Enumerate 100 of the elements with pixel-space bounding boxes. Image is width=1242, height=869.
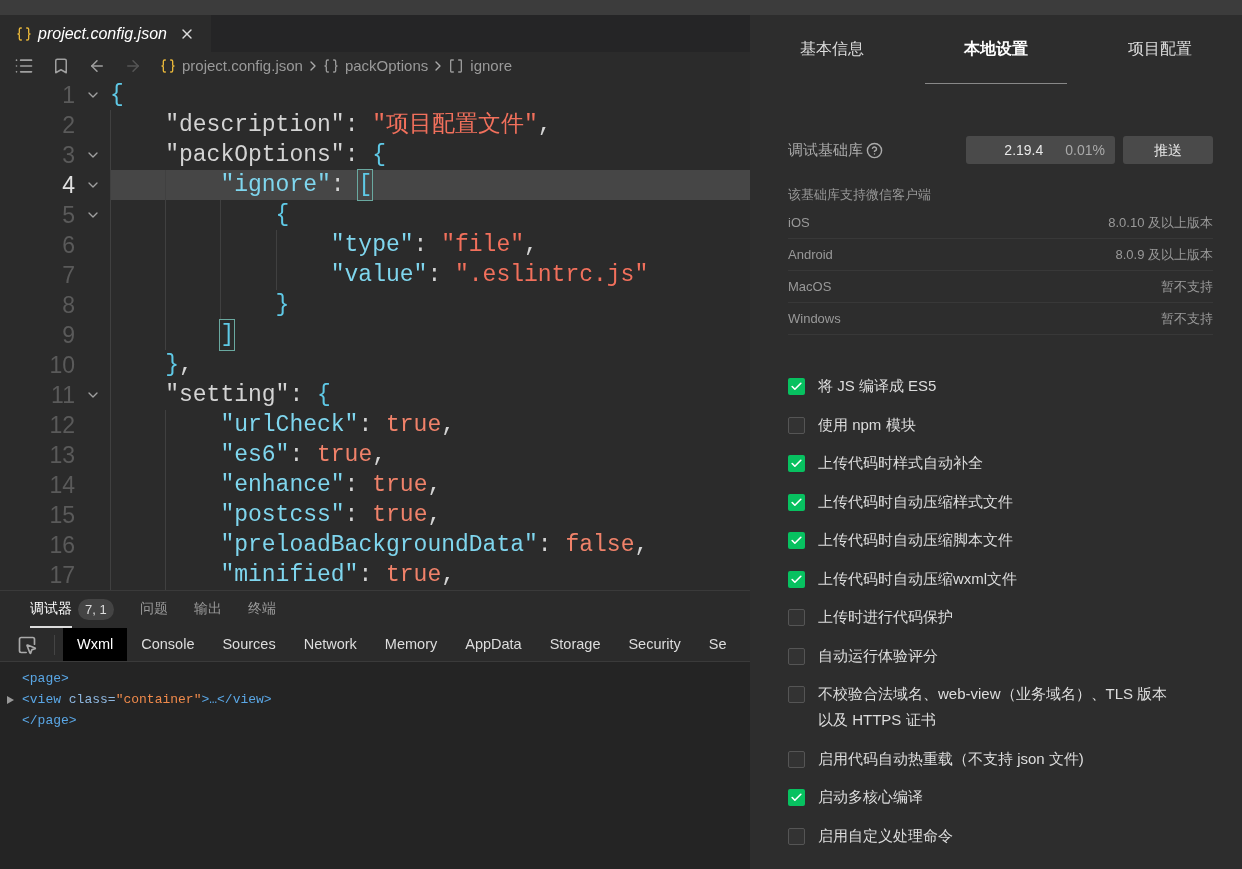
option-label: 上传代码时自动压缩样式文件 [818,491,1013,512]
editor-tab[interactable]: project.config.json [0,15,211,52]
code-token: "es6" [220,441,290,470]
wxml-node[interactable]: </page> [22,710,77,731]
code-token: , [634,531,649,560]
checkbox[interactable] [788,416,805,434]
checkbox[interactable] [788,789,805,806]
breadcrumb-item[interactable]: ignore [470,54,512,78]
code-token: , [427,501,442,530]
checkbox[interactable] [788,532,805,549]
outline-icon[interactable] [14,56,34,76]
panel-tab[interactable]: 问题 [139,591,168,628]
code-token: : [358,561,374,590]
line-number: 4 [61,171,75,200]
checkbox[interactable] [788,455,805,472]
code-token: "urlCheck" [220,411,359,440]
devtools-tab[interactable]: Sources [208,628,290,661]
code-token: { [317,381,331,410]
inspect-icon[interactable] [17,634,37,655]
client-name: iOS [788,213,810,232]
code-token: { [372,141,387,170]
code-token: "type" [330,231,414,260]
devtools-tab[interactable]: AppData [451,628,536,661]
code-token: , [441,561,456,590]
devtools-tab[interactable]: Storage [535,628,615,661]
code-token: , [524,231,538,260]
code-token: true [386,561,442,590]
option-label: 启用代码自动热重载（不支持 json 文件) [818,748,1084,769]
code-token: , [537,111,552,140]
code-token: false [565,531,635,560]
code-token: "enhance" [220,471,345,500]
breadcrumb-item[interactable]: project.config.json [182,54,303,78]
devtools-tab[interactable]: Memory [370,628,452,661]
code-token: : [413,231,429,260]
settings-tab[interactable]: 本地设置 [925,15,1067,84]
client-version: 8.0.10 及以上版本 [1108,213,1213,232]
debug-library-label: 调试基础库 [788,139,863,160]
checkbox[interactable] [788,647,805,665]
code-token: "项目配置文件" [372,111,538,140]
count-badge: 7, 1 [78,598,114,621]
code-token: true [317,441,373,470]
code-token: "preloadBackgroundData" [220,531,538,560]
code-token: "file" [441,231,524,260]
braces-icon [160,58,176,74]
code-token: : [344,141,360,170]
code-token: } [275,291,290,320]
usage-share: 0.01% [1065,140,1105,160]
braces-icon [322,58,339,74]
panel-tab[interactable]: 终端 [247,591,276,628]
checkbox[interactable] [788,378,805,395]
devtools-tab[interactable]: Wxml [63,628,128,661]
devtools-tab[interactable]: Network [289,628,371,661]
check-icon [790,495,803,509]
checkbox[interactable] [788,750,805,768]
devtools-tab[interactable]: Security [614,628,695,661]
option-label: 不校验合法域名、web-view（业务域名）、TLS 版本以及 HTTPS 证书 [818,684,1168,730]
code-token: : [344,471,360,500]
option-label: 将 JS 编译成 ES5 [818,376,937,396]
wxml-node[interactable]: <page> [22,668,69,689]
client-version: 暂不支持 [1161,309,1213,328]
checkbox[interactable] [788,686,805,703]
panel-tab[interactable]: 输出 [193,591,222,628]
code-token: true [372,501,428,530]
option-label: 启用自定义处理命令 [818,825,953,846]
checkbox[interactable] [788,493,805,511]
support-note: 该基础库支持微信客户端 [788,186,932,204]
code-token: , [441,411,456,440]
check-icon [790,457,803,470]
checkbox[interactable] [788,827,805,845]
option-label: 上传代码时自动压缩wxml文件 [818,568,1018,589]
code-token: , [427,471,442,500]
json-file-icon [16,25,32,42]
option-label: 上传时进行代码保护 [818,607,953,627]
code-token: [ [358,170,373,200]
settings-tab[interactable]: 基本信息 [761,15,903,84]
client-name: Android [788,245,833,264]
bookmark-icon[interactable] [52,57,70,75]
client-version: 暂不支持 [1161,277,1213,296]
tab-label: project.config.json [38,23,167,44]
option-label: 自动运行体验评分 [818,645,938,666]
client-name: MacOS [788,277,832,296]
breadcrumb-item[interactable]: packOptions [344,54,429,78]
devtools-tab[interactable]: Console [127,628,209,661]
help-icon[interactable] [866,141,883,159]
collapsed-triangle-icon[interactable] [7,695,14,704]
client-version: 8.0.9 及以上版本 [1115,245,1213,264]
check-icon [790,534,803,547]
code-token: : [289,381,305,410]
push-button[interactable]: 推送 [1123,136,1213,164]
checkbox[interactable] [788,570,805,588]
code-token: true [386,411,442,440]
settings-tab[interactable]: 项目配置 [1089,15,1231,84]
code-token: { [110,81,124,110]
code-token: : [358,411,374,440]
wxml-node[interactable]: <view class="container">…</view> [22,689,272,710]
checkbox[interactable] [788,609,805,626]
devtools-tab[interactable]: Se [694,628,741,661]
check-icon [790,572,803,586]
version-select[interactable]: 2.19.4 0.01% [966,136,1115,164]
version-text: 2.19.4 [1004,140,1044,160]
